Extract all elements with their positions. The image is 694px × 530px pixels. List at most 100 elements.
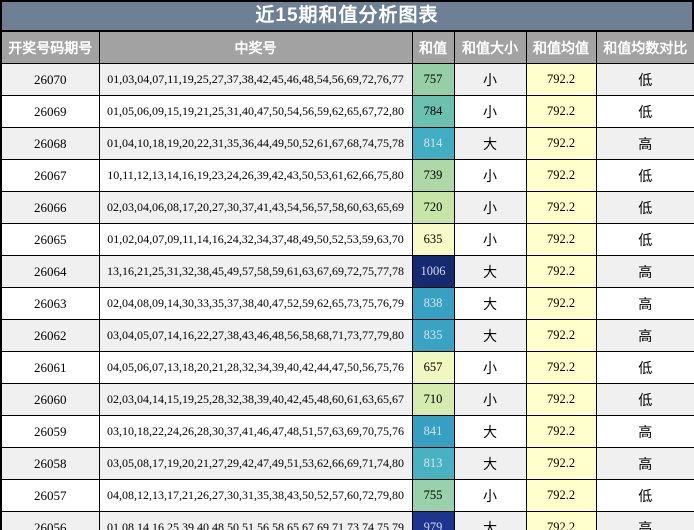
winning-numbers-cell: 02,03,04,06,08,17,20,27,30,37,41,43,54,5…	[98, 191, 413, 224]
sum-size-cell: 小	[453, 159, 527, 192]
table-row: 26060 02,03,04,14,15,19,25,28,32,38,39,40…	[0, 383, 694, 416]
sum-mean-cell: 792.2	[525, 479, 597, 512]
sum-size-cell: 小	[453, 383, 527, 416]
table-row: 26070 01,03,04,07,11,19,25,27,37,38,42,45…	[0, 63, 694, 96]
header-row: 开奖号码期号 中奖号 和值 和值大小 和值均值 和值均数对比	[0, 30, 694, 64]
sum-compare-cell: 高	[595, 447, 694, 480]
period-cell: 26068	[0, 127, 100, 160]
winning-numbers-cell: 01,03,04,07,11,19,25,27,37,38,42,45,46,4…	[98, 63, 413, 96]
winning-numbers-cell: 03,05,08,17,19,20,21,27,29,42,47,49,51,5…	[98, 447, 413, 480]
sum-cell: 835	[411, 319, 455, 352]
winning-numbers-cell: 04,05,06,07,13,18,20,21,28,32,34,39,40,4…	[98, 351, 413, 384]
header-mean: 和值均值	[525, 30, 597, 64]
table-body: 26070 01,03,04,07,11,19,25,27,37,38,42,45…	[0, 63, 694, 530]
period-cell: 26058	[0, 447, 100, 480]
winning-numbers-cell: 02,04,08,09,14,30,33,35,37,38,40,47,52,5…	[98, 287, 413, 320]
table-row: 26063 02,04,08,09,14,30,33,35,37,38,40,47…	[0, 287, 694, 320]
sum-mean-cell: 792.2	[525, 63, 597, 96]
sum-mean-cell: 792.2	[525, 191, 597, 224]
period-cell: 26065	[0, 223, 100, 256]
sum-compare-cell: 高	[595, 127, 694, 160]
sum-mean-cell: 792.2	[525, 223, 597, 256]
winning-numbers-cell: 02,03,04,14,15,19,25,28,32,38,39,40,42,4…	[98, 383, 413, 416]
sum-compare-cell: 高	[595, 255, 694, 288]
sum-size-cell: 大	[453, 447, 527, 480]
header-numbers: 中奖号	[98, 30, 413, 64]
sum-cell: 838	[411, 287, 455, 320]
sum-mean-cell: 792.2	[525, 287, 597, 320]
header-compare: 和值均数对比	[595, 30, 694, 64]
winning-numbers-cell: 10,11,12,13,14,16,19,23,24,26,39,42,43,5…	[98, 159, 413, 192]
header-sum: 和值	[411, 30, 455, 64]
sum-mean-cell: 792.2	[525, 447, 597, 480]
sum-compare-cell: 高	[595, 287, 694, 320]
table-row: 26065 01,02,04,07,09,11,14,16,24,32,34,37…	[0, 223, 694, 256]
period-cell: 26063	[0, 287, 100, 320]
period-cell: 26060	[0, 383, 100, 416]
table-row: 26069 01,05,06,09,15,19,21,25,31,40,47,50…	[0, 95, 694, 128]
sum-mean-cell: 792.2	[525, 127, 597, 160]
sum-mean-cell: 792.2	[525, 351, 597, 384]
sum-mean-cell: 792.2	[525, 383, 597, 416]
period-cell: 26066	[0, 191, 100, 224]
sum-mean-cell: 792.2	[525, 511, 597, 530]
sum-compare-cell: 低	[595, 95, 694, 128]
sum-compare-cell: 低	[595, 383, 694, 416]
sum-size-cell: 小	[453, 479, 527, 512]
sum-analysis-table: 开奖号码期号 中奖号 和值 和值大小 和值均值 和值均数对比 26070 01,0…	[0, 30, 694, 530]
sum-compare-cell: 低	[595, 191, 694, 224]
sum-size-cell: 大	[453, 255, 527, 288]
sum-cell: 813	[411, 447, 455, 480]
sum-cell: 841	[411, 415, 455, 448]
sum-compare-cell: 高	[595, 415, 694, 448]
sum-compare-cell: 高	[595, 511, 694, 530]
sum-size-cell: 大	[453, 287, 527, 320]
sum-cell: 979	[411, 511, 455, 530]
sum-size-cell: 小	[453, 223, 527, 256]
sum-mean-cell: 792.2	[525, 319, 597, 352]
period-cell: 26056	[0, 511, 100, 530]
sum-size-cell: 大	[453, 415, 527, 448]
table-row: 26058 03,05,08,17,19,20,21,27,29,42,47,49…	[0, 447, 694, 480]
sum-mean-cell: 792.2	[525, 95, 597, 128]
sum-size-cell: 大	[453, 127, 527, 160]
period-cell: 26067	[0, 159, 100, 192]
sum-cell: 755	[411, 479, 455, 512]
table-row: 26067 10,11,12,13,14,16,19,23,24,26,39,42…	[0, 159, 694, 192]
sum-cell: 757	[411, 63, 455, 96]
table-row: 26068 01,04,10,18,19,20,22,31,35,36,44,49…	[0, 127, 694, 160]
winning-numbers-cell: 01,08,14,16,25,39,40,48,50,51,56,58,65,6…	[98, 511, 413, 530]
winning-numbers-cell: 01,05,06,09,15,19,21,25,31,40,47,50,54,5…	[98, 95, 413, 128]
sum-cell: 710	[411, 383, 455, 416]
period-cell: 26057	[0, 479, 100, 512]
sum-compare-cell: 低	[595, 159, 694, 192]
sum-mean-cell: 792.2	[525, 159, 597, 192]
table-row: 26061 04,05,06,07,13,18,20,21,28,32,34,39…	[0, 351, 694, 384]
sum-size-cell: 小	[453, 191, 527, 224]
period-cell: 26061	[0, 351, 100, 384]
sum-size-cell: 小	[453, 351, 527, 384]
sum-analysis-panel: 近15期和值分析图表 开奖号码期号 中奖号 和值 和值大小 和值均值 和值均数对…	[0, 0, 694, 530]
period-cell: 26062	[0, 319, 100, 352]
winning-numbers-cell: 01,02,04,07,09,11,14,16,24,32,34,37,48,4…	[98, 223, 413, 256]
sum-cell: 1006	[411, 255, 455, 288]
sum-cell: 635	[411, 223, 455, 256]
table-row: 26056 01,08,14,16,25,39,40,48,50,51,56,58…	[0, 511, 694, 530]
period-cell: 26070	[0, 63, 100, 96]
winning-numbers-cell: 13,16,21,25,31,32,38,45,49,57,58,59,61,6…	[98, 255, 413, 288]
header-size: 和值大小	[453, 30, 527, 64]
sum-size-cell: 小	[453, 95, 527, 128]
period-cell: 26059	[0, 415, 100, 448]
table-row: 26057 04,08,12,13,17,21,26,27,30,31,35,38…	[0, 479, 694, 512]
table-row: 26064 13,16,21,25,31,32,38,45,49,57,58,59…	[0, 255, 694, 288]
sum-compare-cell: 低	[595, 63, 694, 96]
table-row: 26066 02,03,04,06,08,17,20,27,30,37,41,43…	[0, 191, 694, 224]
table-header: 开奖号码期号 中奖号 和值 和值大小 和值均值 和值均数对比	[0, 30, 694, 64]
header-period: 开奖号码期号	[0, 30, 100, 64]
sum-compare-cell: 低	[595, 223, 694, 256]
sum-compare-cell: 低	[595, 351, 694, 384]
period-cell: 26069	[0, 95, 100, 128]
sum-compare-cell: 高	[595, 319, 694, 352]
sum-mean-cell: 792.2	[525, 255, 597, 288]
table-row: 26062 03,04,05,07,14,16,22,27,38,43,46,48…	[0, 319, 694, 352]
